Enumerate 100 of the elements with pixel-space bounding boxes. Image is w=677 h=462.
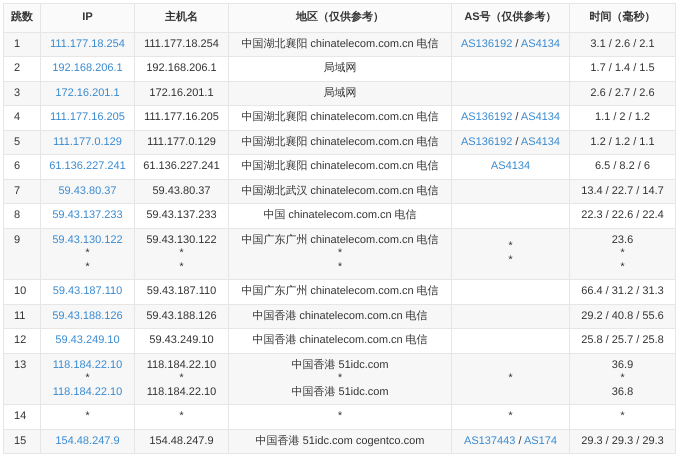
hostname-text: 59.43.187.110 <box>146 285 218 298</box>
ip-link[interactable]: 118.184.22.10 <box>43 386 132 399</box>
hostname-text: 59.43.80.37 <box>151 184 212 198</box>
time-text: 66.4 / 31.2 / 31.3 <box>580 285 665 298</box>
time-text: 1.7 / 1.4 / 1.5 <box>589 62 656 76</box>
column-header: 地区（仅供参考） <box>228 4 452 32</box>
hostname-text: 59.43.249.10 <box>148 334 215 348</box>
hostname-text: 118.184.22.10 <box>146 358 218 372</box>
hop-number: 14 <box>14 410 28 424</box>
column-header: 时间（毫秒） <box>570 4 676 32</box>
hop-number: 11 <box>14 310 26 323</box>
column-header: 主机名 <box>134 4 228 32</box>
as-link[interactable]: AS174 <box>524 434 557 446</box>
hop-number: 2 <box>14 62 22 76</box>
time-text: 13.4 / 22.7 / 14.7 <box>580 184 665 198</box>
hop-number: 13 <box>14 358 28 372</box>
region-text: 中国香港 51idc.com <box>290 386 390 399</box>
hostname-text: 111.177.16.205 <box>143 111 220 124</box>
region-text: 中国湖北襄阳 chinatelecom.com.cn 电信 <box>240 38 440 51</box>
as-text: / <box>514 111 520 123</box>
as-text: * <box>508 410 513 422</box>
time-text: 2.6 / 2.7 / 2.6 <box>589 86 656 100</box>
hop-number: 15 <box>14 434 28 448</box>
hop-number: 12 <box>14 334 28 348</box>
hop-number: 6 <box>14 160 22 174</box>
region-text: 中国湖北襄阳 chinatelecom.com.cn 电信 <box>240 136 440 149</box>
region-text: 中国香港 51idc.com cogentco.com <box>254 434 426 448</box>
region-text: 中国湖北襄阳 chinatelecom.com.cn 电信 <box>240 160 440 174</box>
region-text: 中国广东广州 chinatelecom.com.cn 电信 <box>240 234 440 247</box>
as-text: / <box>517 434 523 446</box>
time-text: 1.2 / 1.2 / 1.1 <box>589 136 656 149</box>
column-header: 跳数 <box>4 4 40 32</box>
time-text: 6.5 / 8.2 / 6 <box>594 160 652 174</box>
time-text: 23.6 <box>610 234 634 247</box>
column-header: AS号（仅供参考） <box>452 4 570 32</box>
time-text: 3.1 / 2.6 / 2.1 <box>589 38 656 51</box>
hop-number: 1 <box>14 38 22 51</box>
as-link[interactable]: AS136192 <box>460 38 512 50</box>
as-link[interactable]: AS4134 <box>490 160 530 172</box>
time-text: 1.1 / 2 / 1.2 <box>594 111 652 124</box>
hostname-text: * <box>178 410 185 424</box>
hostname-text: 59.43.137.233 <box>145 209 218 222</box>
region-text: 中国香港 51idc.com <box>290 358 390 372</box>
ip-text: * <box>84 247 91 260</box>
ip-text: * <box>84 410 91 424</box>
region-text: 中国湖北襄阳 chinatelecom.com.cn 电信 <box>240 111 440 124</box>
as-link[interactable]: AS136192 <box>460 136 512 148</box>
as-text: * <box>508 372 513 384</box>
as-text: / <box>514 136 520 148</box>
hop-number: 5 <box>14 136 22 149</box>
time-text: 25.8 / 25.7 / 25.8 <box>580 334 665 348</box>
hostname-text: * <box>178 260 185 274</box>
hop-number: 10 <box>14 285 28 298</box>
hostname-text: 192.168.206.1 <box>145 62 218 76</box>
as-link[interactable]: AS137443 <box>464 434 516 446</box>
time-text: 36.8 <box>610 386 634 399</box>
time-text: 22.3 / 22.6 / 22.4 <box>580 209 665 222</box>
time-text: * <box>619 410 626 424</box>
as-link[interactable]: AS136192 <box>460 111 512 123</box>
as-link[interactable]: AS4134 <box>520 111 560 123</box>
hop-number: 9 <box>14 234 22 247</box>
time-text: * <box>619 372 626 386</box>
region-text: * <box>336 260 344 274</box>
region-text: 中国香港 chinatelecom.com.cn 电信 <box>251 310 429 323</box>
time-text: * <box>619 260 626 274</box>
hostname-text: 111.177.18.254 <box>143 38 220 51</box>
ip-link[interactable]: 118.184.22.10 <box>43 358 132 372</box>
as-text: / <box>514 38 520 50</box>
ip-text: * <box>84 372 91 386</box>
region-text: 中国湖北武汉 chinatelecom.com.cn 电信 <box>240 184 440 198</box>
as-text: * <box>508 254 513 266</box>
region-text: 中国香港 chinatelecom.com.cn 电信 <box>251 334 429 348</box>
hostname-text: 154.48.247.9 <box>148 434 215 448</box>
as-text: * <box>508 240 513 252</box>
as-link[interactable]: AS4134 <box>520 38 560 50</box>
hostname-text: 59.43.130.122 <box>145 234 218 247</box>
region-text: * <box>336 410 344 424</box>
region-text: * <box>336 247 344 260</box>
hop-number: 7 <box>14 184 22 198</box>
column-header: IP <box>40 4 134 32</box>
hop-number: 8 <box>14 209 22 222</box>
ip-text: * <box>84 260 91 274</box>
hop-number: 3 <box>14 86 22 100</box>
hostname-text: 111.177.0.129 <box>146 136 217 149</box>
hop-number: 4 <box>14 111 22 124</box>
region-text: 中国 chinatelecom.com.cn 电信 <box>262 209 418 222</box>
hostname-text: 59.43.188.126 <box>145 310 218 323</box>
time-text: 36.9 <box>610 358 634 372</box>
hostname-text: 61.136.227.241 <box>142 160 221 174</box>
ip-link[interactable]: 59.43.130.122 <box>43 234 132 247</box>
region-text: 局域网 <box>322 62 358 76</box>
region-text: 局域网 <box>322 86 358 100</box>
hostname-text: 172.16.201.1 <box>148 86 215 100</box>
time-text: 29.3 / 29.3 / 29.3 <box>580 434 665 448</box>
time-text: 29.2 / 40.8 / 55.6 <box>580 310 665 323</box>
time-text: * <box>619 247 626 260</box>
region-text: * <box>336 372 344 386</box>
as-link[interactable]: AS4134 <box>520 136 560 148</box>
hostname-text: 118.184.22.10 <box>146 386 218 399</box>
region-text: 中国广东广州 chinatelecom.com.cn 电信 <box>240 285 440 298</box>
